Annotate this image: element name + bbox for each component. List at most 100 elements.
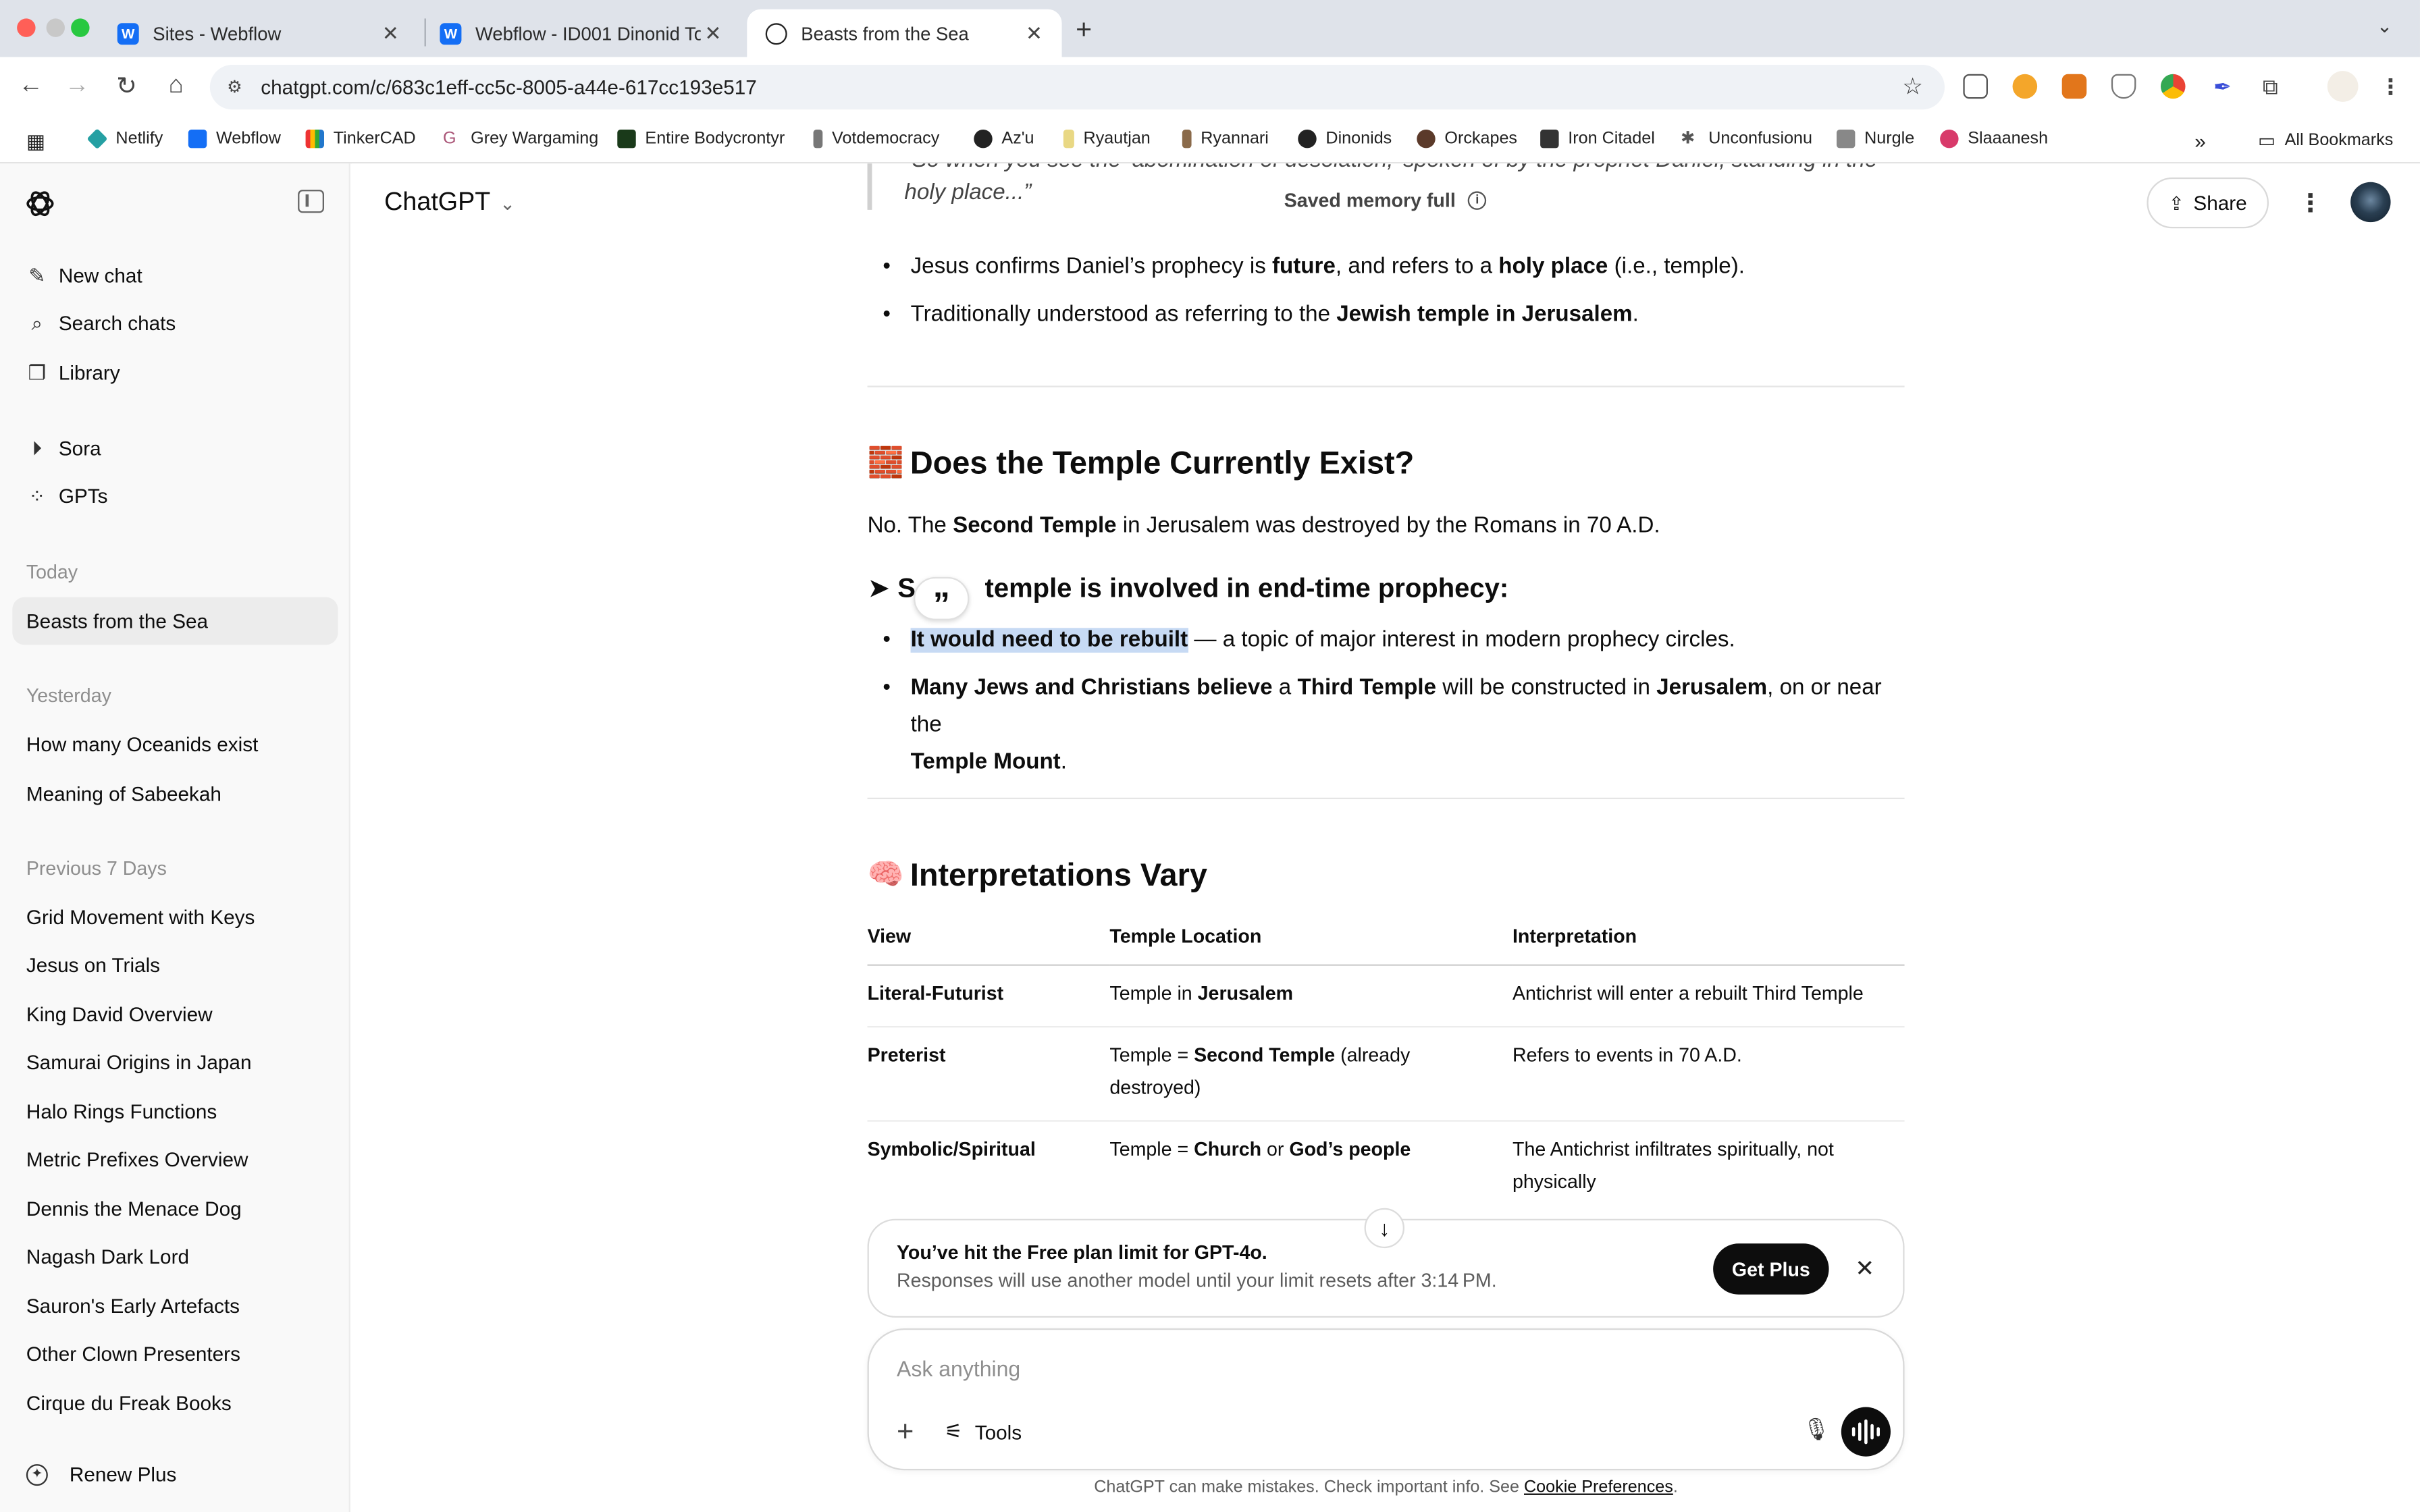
bookmark-azu[interactable]: Az'u (974, 129, 1034, 148)
apps-grid-icon[interactable]: ▦ (26, 130, 45, 155)
quote-selection-icon[interactable]: ” (914, 576, 970, 623)
bookmark-iron-citadel[interactable]: Iron Citadel (1540, 129, 1655, 148)
minimize-window-button[interactable] (46, 18, 65, 37)
microphone-icon[interactable]: 🎙 (1803, 1416, 1831, 1442)
browser-toolbar: ← → ↻ ⌂ ⚙ chatgpt.com/c/683c1eff-cc5c-80… (0, 57, 2420, 116)
close-icon[interactable]: ✕ (1855, 1254, 1874, 1282)
library-button[interactable]: ❐ Library (12, 349, 338, 397)
back-arrow-icon[interactable]: ← (16, 71, 47, 102)
close-window-button[interactable] (17, 18, 36, 37)
shield-icon[interactable] (2111, 74, 2136, 99)
chrome-extension-icon[interactable] (2160, 74, 2186, 99)
all-bookmarks-label: All Bookmarks (2284, 131, 2394, 150)
prompt-input[interactable]: Ask anything (897, 1356, 1020, 1381)
sidebar-toggle-icon[interactable] (298, 190, 324, 213)
chat-item[interactable]: Meaning of Sabeekah (12, 770, 338, 818)
avatar[interactable] (2350, 182, 2391, 223)
share-button[interactable]: ⇪ Share (2147, 177, 2269, 229)
add-attachment-icon[interactable]: + (897, 1416, 914, 1450)
renew-plus-button[interactable]: ✦ Renew Plus (12, 1450, 338, 1498)
chat-item-active[interactable]: Beasts from the Sea (12, 597, 338, 645)
maximize-window-button[interactable] (71, 18, 90, 37)
chat-item[interactable]: How many Oceanids exist (12, 720, 338, 768)
column-header: Interpretation (1512, 921, 1905, 965)
reload-icon[interactable]: ↻ (111, 71, 142, 102)
bookmark-orckapes[interactable]: Orckapes (1417, 129, 1517, 148)
address-bar[interactable]: ⚙ chatgpt.com/c/683c1eff-cc5c-8005-a44e-… (209, 64, 1945, 110)
puzzle-icon[interactable]: ⧉ (2258, 74, 2283, 99)
info-icon[interactable]: i (1468, 191, 1487, 210)
profile-icon[interactable] (2327, 71, 2359, 102)
close-tab-icon[interactable]: ✕ (378, 21, 403, 46)
highlighted-selection[interactable]: It would need to be rebuilt (910, 628, 1188, 653)
model-selector[interactable]: ChatGPT ⌄ (384, 188, 515, 217)
bookmark-slaaanesh[interactable]: Slaaanesh (1940, 129, 2048, 148)
chat-item[interactable]: Metric Prefixes Overview (12, 1135, 338, 1183)
bookmark-entire-bodycrontyr[interactable]: Entire Bodycrontyr (617, 129, 785, 148)
chat-item[interactable]: Other Clown Presenters (12, 1330, 338, 1378)
section-heading: 🧱 Does the Temple Currently Exist? (868, 443, 1415, 486)
bold-span: God’s people (1289, 1137, 1411, 1160)
all-bookmarks-folder[interactable]: ▭ All Bookmarks (2258, 130, 2393, 151)
bookmark-dinonids[interactable]: Dinonids (1298, 129, 1392, 148)
new-tab-icon[interactable]: + (1076, 14, 1092, 47)
bookmark-nurgle[interactable]: Nurgle (1836, 129, 1914, 148)
close-tab-icon[interactable]: ✕ (1022, 21, 1047, 46)
more-bookmarks-chevron-icon[interactable]: » (2194, 130, 2206, 153)
bookmark-grey-wargaming[interactable]: G Grey Wargaming (442, 129, 598, 148)
close-tab-icon[interactable]: ✕ (701, 21, 726, 46)
chat-item[interactable]: King David Overview (12, 990, 338, 1038)
bookmark-ryannari[interactable]: Ryannari (1182, 129, 1269, 148)
tinkercad-icon (305, 129, 324, 148)
get-plus-button[interactable]: Get Plus (1713, 1243, 1829, 1295)
chat-item[interactable]: Halo Rings Functions (12, 1087, 338, 1135)
chat-item[interactable]: Dennis the Menace Dog (12, 1185, 338, 1233)
chat-item[interactable]: Jesus on Trials (12, 941, 338, 989)
bookmark-tinkercad[interactable]: TinkerCAD (305, 129, 416, 148)
search-chats-button[interactable]: ⌕ Search chats (12, 299, 338, 347)
gpts-button[interactable]: ⁘ GPTs (12, 472, 338, 520)
tab-search-chevron-icon[interactable]: ⌄ (2377, 16, 2392, 37)
url-text[interactable]: chatgpt.com/c/683c1eff-cc5c-8005-a44e-61… (261, 76, 757, 99)
new-chat-button[interactable]: ✎ New chat (12, 252, 338, 300)
browser-tab[interactable]: W Webflow - ID001 Dinonid Too ✕ (421, 9, 741, 57)
chat-item-label: Grid Movement with Keys (26, 905, 255, 929)
bookmark-webflow[interactable]: Webflow (188, 129, 281, 148)
browser-tab[interactable]: W Sites - Webflow ✕ (99, 9, 418, 57)
more-options-icon[interactable]: ⋮ (2298, 188, 2323, 219)
bookmark-votdemocracy[interactable]: Votdemocracy (813, 129, 939, 148)
sora-button[interactable]: ⏵ Sora (12, 425, 338, 473)
extension-icon[interactable] (2012, 74, 2038, 99)
text-span: Temple = (1109, 1137, 1194, 1160)
tools-button[interactable]: ⚟ Tools (945, 1420, 1022, 1444)
browser-tab-active[interactable]: Beasts from the Sea ✕ (747, 9, 1062, 57)
chat-item[interactable]: Nagash Dark Lord (12, 1233, 338, 1280)
cookie-preferences-link[interactable]: Cookie Preferences (1524, 1478, 1673, 1496)
forward-arrow-icon[interactable]: → (61, 71, 93, 102)
metamask-icon[interactable] (2061, 74, 2087, 99)
bookmarks-bar: ▦ Netlify Webflow TinkerCAD G Grey Wargam… (0, 115, 2420, 164)
memory-status[interactable]: Saved memory full i (1284, 190, 1487, 211)
home-icon[interactable]: ⌂ (161, 71, 192, 102)
chat-item[interactable]: Grid Movement with Keys (12, 893, 338, 941)
list-item: Jesus confirms Daniel’s prophecy is futu… (883, 248, 1745, 286)
chat-item-label: How many Oceanids exist (26, 732, 259, 756)
chat-item[interactable]: Samurai Origins in Japan (12, 1038, 338, 1086)
library-label: Library (58, 360, 120, 385)
pen-icon[interactable]: ✒ (2210, 74, 2235, 99)
dinonids-icon (1298, 129, 1317, 148)
bookmark-ryautjan[interactable]: Ryautjan (1063, 129, 1151, 148)
chatgpt-logo-icon[interactable] (25, 188, 56, 219)
bookmark-netlify[interactable]: Netlify (86, 128, 163, 150)
voice-mode-button[interactable] (1841, 1407, 1891, 1457)
chat-main: “So when you see the ‘abomination of des… (352, 163, 2420, 1512)
qr-code-icon[interactable] (1963, 74, 1988, 99)
bookmark-star-icon[interactable]: ☆ (1902, 72, 1923, 101)
site-info-icon[interactable]: ⚙ (221, 74, 248, 101)
text-span: , and refers to a (1335, 254, 1499, 279)
chat-item[interactable]: Cirque du Freak Books (12, 1379, 338, 1427)
bookmark-unconfusionu[interactable]: ✱ Unconfusionu (1681, 129, 1812, 148)
scroll-down-arrow-icon[interactable]: ↓ (1364, 1208, 1404, 1249)
chat-item[interactable]: Sauron's Early Artefacts (12, 1282, 338, 1330)
browser-menu-icon[interactable]: ⋮ (2378, 74, 2403, 99)
